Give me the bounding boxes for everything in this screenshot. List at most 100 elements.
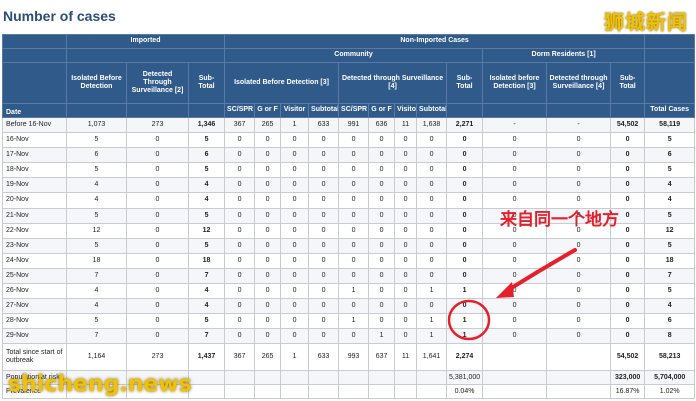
- table-cell: 11: [394, 116, 418, 134]
- table-cell: 6: [644, 147, 696, 164]
- row-date-cell: 20-Nov: [2, 192, 67, 209]
- watermark-logo-bottom: shicheng.news: [8, 372, 192, 397]
- table-cell: 0: [254, 252, 282, 269]
- table-cell: 0: [280, 192, 310, 209]
- header-g-or-f: G or F: [368, 103, 396, 118]
- table-cell: 0: [280, 177, 310, 194]
- row-date-cell: 19-Nov: [2, 177, 67, 194]
- table-cell: 0: [280, 252, 310, 269]
- table-cell: 0: [482, 252, 548, 269]
- header-subtotal: Subtotal: [416, 103, 448, 118]
- table-cell: 0: [280, 237, 310, 254]
- table-cell: 0: [416, 252, 448, 269]
- table-cell: 0: [280, 147, 310, 164]
- table-cell: 0: [224, 222, 256, 239]
- population-ni-subtotal: 5,381,000: [446, 370, 484, 386]
- table-cell: 4: [644, 192, 696, 209]
- table-cell: 0: [126, 132, 189, 149]
- row-date-cell: 27-Nov: [2, 298, 67, 315]
- table-cell: 0: [610, 298, 646, 315]
- table-cell: 1: [338, 313, 370, 330]
- table-cell: 0: [416, 207, 448, 224]
- table-cell: 5: [644, 132, 696, 149]
- table-cell: 0: [224, 237, 256, 254]
- header-com-isolated: Isolated Before Detection [3]: [224, 62, 340, 104]
- table-cell: 2,271: [446, 116, 484, 134]
- row-date-cell: 17-Nov: [2, 147, 67, 164]
- header-com-detected: Detected through Surveillance [4]: [338, 62, 448, 104]
- table-cell: 1: [446, 283, 484, 300]
- table-cell: 0: [254, 237, 282, 254]
- total-cell: 265: [254, 343, 282, 372]
- header-dorm-isolated: Isolated before Detection [3]: [482, 62, 548, 104]
- row-date-cell: 21-Nov: [2, 207, 67, 224]
- table-cell: 1,073: [66, 116, 127, 134]
- table-cell: 0: [126, 237, 189, 254]
- table-cell: 0: [482, 147, 548, 164]
- row-date-cell: 22-Nov: [2, 222, 67, 239]
- table-cell: 0: [338, 207, 370, 224]
- table-cell: 0: [126, 313, 189, 330]
- table-cell: 0: [224, 207, 256, 224]
- table-cell: 18: [644, 252, 696, 269]
- header-dorm-residents: Dorm Residents [1]: [482, 48, 646, 63]
- total-cell: 1,164: [66, 343, 127, 372]
- table-cell: 0: [224, 132, 256, 149]
- total-cell: 273: [126, 343, 189, 372]
- table-cell: 5: [66, 207, 127, 224]
- table-cell: 0: [394, 222, 418, 239]
- table-cell: 0: [394, 252, 418, 269]
- table-cell: 0: [416, 267, 448, 285]
- table-cell: 0: [224, 283, 256, 300]
- table-row: 29-Nov 7 0 7 0 0 0 0 0 1 0 1 1 0 0 0 8: [2, 328, 696, 345]
- table-cell: 0: [368, 132, 396, 149]
- table-cell: 0: [610, 328, 646, 345]
- total-cell: 633: [308, 343, 340, 372]
- table-cell: 4: [66, 192, 127, 209]
- table-cell: 6: [187, 147, 226, 164]
- table-cell: 4: [187, 192, 226, 209]
- table-cell: 0: [254, 313, 282, 330]
- table-cell: 0: [254, 192, 282, 209]
- table-cell: 1: [338, 283, 370, 300]
- header-visitor: Visitor: [280, 103, 310, 118]
- total-cell: 11: [394, 343, 418, 372]
- table-cell: 0: [368, 147, 396, 164]
- table-cell: 4: [66, 298, 127, 315]
- total-cell: 54,502: [610, 343, 646, 372]
- table-cell: 5: [66, 313, 127, 330]
- table-cell: 0: [368, 177, 396, 194]
- table-cell: 0: [546, 298, 612, 315]
- table-cell: 0: [394, 207, 418, 224]
- table-cell: 0: [308, 207, 340, 224]
- table-cell: 4: [187, 177, 226, 194]
- table-cell: 0: [416, 298, 448, 315]
- table-cell: 7: [66, 267, 127, 285]
- row-date-cell: 26-Nov: [2, 283, 67, 300]
- prevalence-dorm-subtotal: 16.87%: [610, 384, 646, 400]
- table-cell: 0: [368, 222, 396, 239]
- table-cell: 0: [254, 177, 282, 194]
- total-cell: 637: [368, 343, 396, 372]
- table-cell: 0: [224, 298, 256, 315]
- table-row: 26-Nov 4 0 4 0 0 0 0 1 0 0 1 1 0 0 0 5: [2, 283, 696, 300]
- table-cell: 12: [187, 222, 226, 239]
- table-row: 18-Nov 5 0 5 0 0 0 0 0 0 0 0 0 0 0 0 5: [2, 162, 696, 179]
- table-row: 16-Nov 5 0 5 0 0 0 0 0 0 0 0 0 0 0 0 5: [2, 132, 696, 149]
- table-cell: 0: [280, 283, 310, 300]
- table-cell: 0: [224, 192, 256, 209]
- table-cell: 0: [254, 298, 282, 315]
- table-cell: 6: [644, 313, 696, 330]
- total-cell: 2,274: [446, 343, 484, 372]
- table-cell: 0: [610, 267, 646, 285]
- table-cell: 0: [338, 267, 370, 285]
- table-cell: 636: [368, 116, 396, 134]
- table-cell: 0: [610, 283, 646, 300]
- table-cell: 0: [446, 162, 484, 179]
- table-cell: 0: [280, 267, 310, 285]
- table-cell: -: [546, 116, 612, 134]
- table-cell: 367: [224, 116, 256, 134]
- table-cell: 1,638: [416, 116, 448, 134]
- table-cell: 0: [446, 267, 484, 285]
- table-cell: 0: [126, 252, 189, 269]
